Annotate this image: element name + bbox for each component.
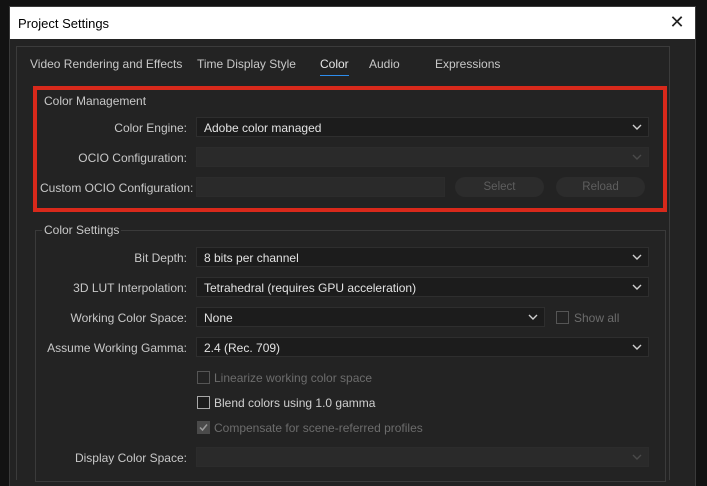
- display-color-space-label: Display Color Space:: [74, 451, 187, 465]
- window-title: Project Settings: [18, 16, 110, 31]
- compensate-checkbox: [197, 421, 210, 434]
- custom-ocio-label: Custom OCIO Configuration:: [40, 181, 194, 195]
- chevron-down-icon: [632, 154, 642, 160]
- checkmark-icon: [199, 424, 208, 432]
- chevron-down-icon: [632, 254, 642, 260]
- bit-depth-label: Bit Depth:: [134, 251, 187, 265]
- chevron-down-icon: [528, 314, 538, 320]
- show-all-label: Show all: [574, 311, 620, 325]
- bit-depth-dropdown[interactable]: 8 bits per channel: [196, 247, 649, 267]
- color-settings-title: Color Settings: [42, 223, 122, 237]
- display-color-space-dropdown: [196, 447, 649, 467]
- chevron-down-icon: [632, 454, 642, 460]
- lut-interpolation-label: 3D LUT Interpolation:: [73, 281, 187, 295]
- tab-bar: Video Rendering and Effects Time Display…: [17, 47, 669, 79]
- color-engine-dropdown[interactable]: Adobe color managed: [196, 117, 649, 137]
- blend-colors-label: Blend colors using 1.0 gamma: [214, 396, 376, 410]
- select-button: Select: [455, 177, 544, 197]
- bit-depth-value: 8 bits per channel: [204, 251, 299, 265]
- working-color-space-label: Working Color Space:: [70, 311, 188, 325]
- working-color-space-value: None: [204, 311, 233, 325]
- chevron-down-icon: [632, 124, 642, 130]
- lut-interpolation-dropdown[interactable]: Tetrahedral (requires GPU acceleration): [196, 277, 649, 297]
- show-all-checkbox: [556, 311, 569, 324]
- working-gamma-label: Assume Working Gamma:: [47, 341, 187, 355]
- tab-color[interactable]: Color: [320, 57, 349, 76]
- tab-time-display-style[interactable]: Time Display Style: [197, 57, 296, 71]
- tab-expressions[interactable]: Expressions: [435, 57, 500, 71]
- color-management-title: Color Management: [44, 94, 147, 108]
- compensate-label: Compensate for scene-referred profiles: [214, 421, 423, 435]
- working-gamma-dropdown[interactable]: 2.4 (Rec. 709): [196, 337, 649, 357]
- close-icon[interactable]: ✕: [669, 13, 685, 31]
- working-gamma-value: 2.4 (Rec. 709): [204, 341, 281, 355]
- linearize-label: Linearize working color space: [214, 371, 373, 385]
- tab-video-rendering[interactable]: Video Rendering and Effects: [30, 57, 182, 71]
- color-engine-value: Adobe color managed: [204, 121, 322, 135]
- chevron-down-icon: [632, 344, 642, 350]
- chevron-down-icon: [632, 284, 642, 290]
- custom-ocio-field: [196, 177, 445, 197]
- ocio-configuration-label: OCIO Configuration:: [78, 151, 187, 165]
- blend-colors-checkbox[interactable]: [197, 396, 210, 409]
- lut-interpolation-value: Tetrahedral (requires GPU acceleration): [204, 281, 417, 295]
- linearize-checkbox: [197, 371, 210, 384]
- working-color-space-dropdown[interactable]: None: [196, 307, 545, 327]
- ocio-configuration-dropdown: [196, 147, 649, 167]
- color-engine-label: Color Engine:: [114, 121, 187, 135]
- title-bar: Project Settings ✕: [10, 7, 695, 39]
- tab-audio[interactable]: Audio: [369, 57, 400, 71]
- reload-button: Reload: [556, 177, 645, 197]
